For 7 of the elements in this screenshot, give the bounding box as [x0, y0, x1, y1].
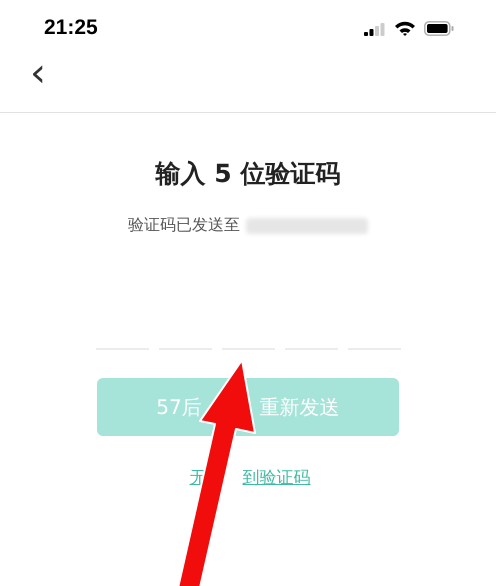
back-button[interactable]: ‹ — [26, 53, 50, 93]
sent-to-text: 验证码已发送至 — [128, 215, 240, 236]
battery-icon — [424, 20, 454, 36]
wifi-icon — [394, 20, 416, 36]
signal-icon — [364, 20, 386, 36]
page-title: 输入 5 位验证码 — [154, 158, 342, 190]
status-time: 21:25 — [44, 16, 98, 40]
